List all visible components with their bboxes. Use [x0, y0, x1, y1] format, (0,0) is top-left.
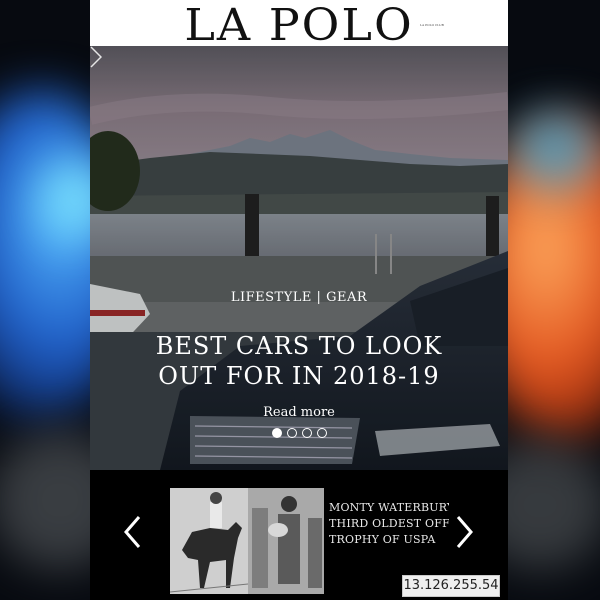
logo-subtext: LA POLO CLUB — [420, 23, 444, 27]
polo-photo — [170, 488, 324, 594]
article-category[interactable]: LIFESTYLE | GEAR — [90, 290, 508, 305]
chevron-left-icon[interactable] — [123, 515, 141, 549]
chevron-right-icon[interactable] — [456, 515, 474, 549]
ip-address-label: 13.126.255.54 — [402, 575, 500, 597]
site-logo[interactable]: LA POLO — [90, 1, 508, 49]
slide-indicators — [90, 428, 508, 438]
page-frame: LA POLO LA POLO CLUB LIFESTYLE | GEAR BE… — [90, 0, 508, 600]
article-title[interactable]: BEST CARS TO LOOK OUT FOR IN 2018-19 — [90, 331, 508, 391]
site-header: LA POLO LA POLO CLUB — [90, 0, 508, 49]
hero-slider[interactable]: LIFESTYLE | GEAR BEST CARS TO LOOK OUT F… — [90, 46, 508, 470]
caption-line-2: THIRD OLDEST OFFIC — [329, 517, 449, 530]
article-title-line-1: BEST CARS TO LOOK — [155, 332, 443, 360]
slide-dot-4[interactable] — [316, 428, 327, 438]
slide-dot-1[interactable] — [271, 428, 282, 438]
caption-line-3: TROPHY OF USPA — [329, 533, 436, 546]
article-title-line-2: OUT FOR IN 2018-19 — [158, 362, 440, 390]
slide-dot-3[interactable] — [301, 428, 312, 438]
slide-dot-2[interactable] — [286, 428, 297, 438]
carousel-thumbnail[interactable] — [170, 488, 324, 594]
carousel-caption[interactable]: MONTY WATERBURY THIRD OLDEST OFFIC TROPH… — [329, 500, 449, 548]
read-more-link[interactable]: Read more — [90, 405, 508, 420]
chevron-right-icon[interactable] — [90, 46, 102, 68]
caption-line-1: MONTY WATERBURY — [329, 501, 449, 514]
